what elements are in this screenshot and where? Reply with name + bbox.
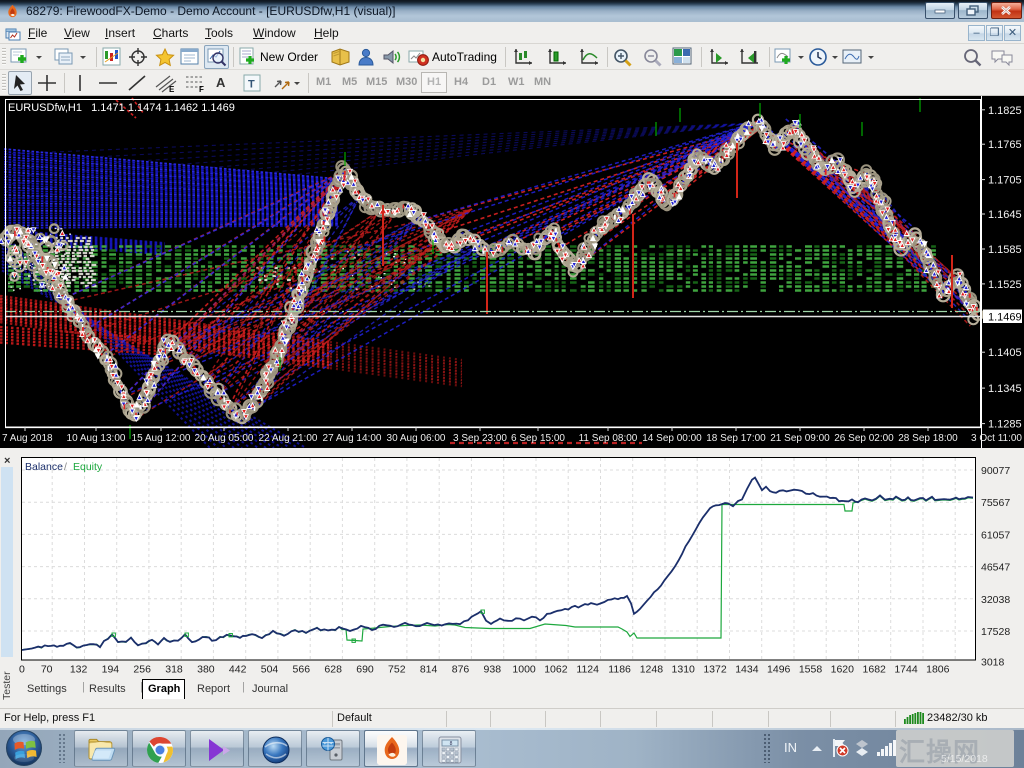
svg-text:75567: 75567 xyxy=(981,497,1010,509)
svg-text:504: 504 xyxy=(261,664,279,676)
svg-text:1000: 1000 xyxy=(512,664,536,676)
svg-text:318: 318 xyxy=(165,664,183,676)
svg-text:1.1705: 1.1705 xyxy=(988,175,1022,187)
svg-text:17528: 17528 xyxy=(981,626,1010,638)
svg-text:1620: 1620 xyxy=(831,664,855,676)
svg-text:1496: 1496 xyxy=(767,664,791,676)
svg-text:F: F xyxy=(199,85,204,93)
svg-text:1248: 1248 xyxy=(640,664,664,676)
svg-text:Equity: Equity xyxy=(73,461,103,473)
svg-text:/: / xyxy=(64,461,67,473)
svg-text:21 Sep 09:00: 21 Sep 09:00 xyxy=(770,433,830,444)
svg-text:1.1825: 1.1825 xyxy=(988,105,1022,117)
svg-text:10 Aug 13:00: 10 Aug 13:00 xyxy=(67,433,126,444)
svg-text:70: 70 xyxy=(41,664,53,676)
svg-text:7 Aug 2018: 7 Aug 2018 xyxy=(2,433,53,444)
svg-text:1434: 1434 xyxy=(735,664,759,676)
svg-text:11 Sep 08:00: 11 Sep 08:00 xyxy=(579,433,638,444)
svg-text:690: 690 xyxy=(356,664,374,676)
svg-text:256: 256 xyxy=(133,664,151,676)
svg-text:1.1645: 1.1645 xyxy=(988,209,1022,221)
svg-text:3018: 3018 xyxy=(981,657,1005,669)
svg-text:E: E xyxy=(169,85,175,93)
svg-text:6 Sep 15:00: 6 Sep 15:00 xyxy=(511,433,565,444)
svg-text:3 Oct 11:00: 3 Oct 11:00 xyxy=(971,433,1022,444)
svg-text:90077: 90077 xyxy=(981,465,1010,477)
svg-text:1.1525: 1.1525 xyxy=(988,279,1022,291)
svg-text:22 Aug 21:00: 22 Aug 21:00 xyxy=(259,433,318,444)
svg-text:0: 0 xyxy=(19,664,25,676)
svg-text:1.1469: 1.1469 xyxy=(988,312,1022,324)
svg-text:876: 876 xyxy=(452,664,470,676)
svg-text:1.1285: 1.1285 xyxy=(988,419,1022,431)
svg-text:32038: 32038 xyxy=(981,594,1010,606)
svg-text:1.1345: 1.1345 xyxy=(988,383,1022,395)
svg-text:1.1765: 1.1765 xyxy=(988,139,1022,151)
svg-text:61057: 61057 xyxy=(981,529,1010,541)
svg-text:18 Sep 17:00: 18 Sep 17:00 xyxy=(706,433,766,444)
svg-text:1682: 1682 xyxy=(863,664,887,676)
svg-text:×: × xyxy=(4,455,10,467)
svg-text:EURUSDfw,H1 1.1471 1.1474 1.: EURUSDfw,H1 1.1471 1.1474 1.1462 1.1469 xyxy=(8,102,235,114)
svg-text:566: 566 xyxy=(293,664,311,676)
svg-text:1124: 1124 xyxy=(576,664,599,676)
svg-text:628: 628 xyxy=(324,664,342,676)
svg-text:814: 814 xyxy=(420,664,438,676)
svg-text:1372: 1372 xyxy=(703,664,727,676)
svg-text:14 Sep 00:00: 14 Sep 00:00 xyxy=(642,433,702,444)
svg-text:Balance: Balance xyxy=(25,461,63,473)
svg-text:15 Aug 12:00: 15 Aug 12:00 xyxy=(132,433,191,444)
svg-text:46547: 46547 xyxy=(981,562,1010,574)
svg-text:194: 194 xyxy=(102,664,120,676)
svg-text:752: 752 xyxy=(388,664,406,676)
svg-text:8: 8 xyxy=(450,741,453,747)
svg-text:1310: 1310 xyxy=(672,664,696,676)
svg-text:1806: 1806 xyxy=(926,664,950,676)
svg-text:27 Aug 14:00: 27 Aug 14:00 xyxy=(323,433,382,444)
svg-text:132: 132 xyxy=(70,664,88,676)
svg-text:26 Sep 02:00: 26 Sep 02:00 xyxy=(834,433,894,444)
svg-text:1.1585: 1.1585 xyxy=(988,244,1022,256)
svg-text:3 Sep 23:00: 3 Sep 23:00 xyxy=(453,433,507,444)
svg-text:1744: 1744 xyxy=(894,664,918,676)
svg-text:T: T xyxy=(248,79,255,91)
svg-text:442: 442 xyxy=(229,664,247,676)
svg-text:938: 938 xyxy=(484,664,502,676)
svg-text:1186: 1186 xyxy=(608,664,631,676)
svg-text:30 Aug 06:00: 30 Aug 06:00 xyxy=(387,433,446,444)
svg-text:28 Sep 18:00: 28 Sep 18:00 xyxy=(898,433,958,444)
svg-text:1558: 1558 xyxy=(799,664,823,676)
svg-text:380: 380 xyxy=(197,664,215,676)
svg-text:1062: 1062 xyxy=(544,664,568,676)
svg-text:1.1405: 1.1405 xyxy=(988,347,1022,359)
svg-text:20 Aug 05:00: 20 Aug 05:00 xyxy=(195,433,254,444)
